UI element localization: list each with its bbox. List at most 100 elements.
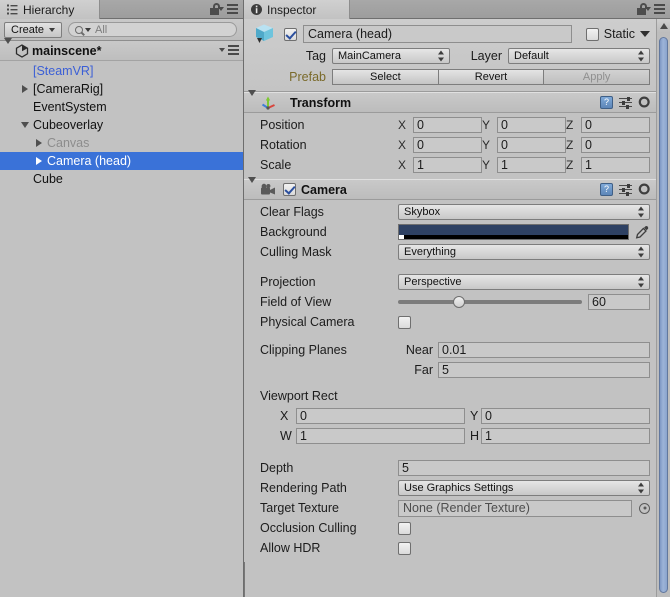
foldout-toggle[interactable]	[32, 139, 45, 147]
slider-track[interactable]	[398, 296, 582, 308]
gameobject-enabled-checkbox[interactable]	[284, 27, 297, 41]
scene-name-label: mainscene*	[32, 43, 102, 58]
transform-position-z-input[interactable]: 0	[581, 117, 650, 133]
scroll-up-arrow-icon[interactable]	[657, 19, 670, 33]
create-button[interactable]: Create	[4, 21, 63, 38]
hierarchy-item-eventsystem[interactable]: EventSystem	[0, 98, 243, 116]
near-label: Near	[405, 343, 433, 357]
transform-scale-z-input[interactable]: 1	[581, 157, 650, 173]
projection-value: Perspective	[404, 276, 462, 288]
viewport-x-value: 0	[300, 409, 307, 423]
transform-scale-y-input[interactable]: 1	[497, 157, 566, 173]
static-checkbox[interactable]	[585, 27, 599, 41]
occlusion-culling-checkbox[interactable]	[398, 521, 411, 535]
target-texture-field[interactable]: None (Render Texture)	[398, 499, 632, 517]
hierarchy-item-camerarig[interactable]: [CameraRig]	[0, 80, 243, 98]
viewport-h-input[interactable]: 1	[481, 428, 650, 444]
foldout-toggle[interactable]	[32, 157, 45, 165]
tag-dropdown[interactable]: MainCamera	[332, 48, 450, 64]
eyedropper-icon[interactable]	[634, 224, 650, 240]
projection-dropdown[interactable]: Perspective	[398, 274, 650, 290]
target-texture-row: Target Texture None (Render Texture)	[250, 498, 650, 518]
chevron-right-icon	[35, 157, 42, 165]
panel-menu-icon[interactable]	[645, 3, 665, 15]
allow-hdr-label: Allow HDR	[260, 541, 321, 555]
preset-icon[interactable]	[619, 183, 632, 196]
value: 0	[501, 118, 508, 132]
culling-mask-dropdown[interactable]: Everything	[398, 244, 650, 260]
prefab-cube-icon[interactable]	[252, 23, 278, 45]
hierarchy-item-cube[interactable]: Cube	[0, 170, 243, 188]
depth-input[interactable]: 5	[398, 460, 650, 476]
transform-rotation-z-input[interactable]: 0	[581, 137, 650, 153]
transform-foldout[interactable]	[248, 89, 256, 110]
near-input[interactable]: 0.01	[438, 342, 650, 358]
tab-inspector[interactable]: Inspector	[244, 0, 350, 19]
hierarchy-item-canvas[interactable]: Canvas	[0, 134, 243, 152]
inspector-scrollbar[interactable]	[656, 19, 670, 597]
viewport-x-input[interactable]: 0	[296, 408, 465, 424]
far-input[interactable]: 5	[438, 362, 650, 378]
hierarchy-item-steamvr[interactable]: [SteamVR]	[0, 62, 243, 80]
scrollbar-thumb[interactable]	[659, 37, 668, 593]
foldout-toggle[interactable]	[18, 122, 31, 128]
near-value: 0.01	[442, 343, 467, 357]
axis-y-label: Y	[482, 118, 491, 132]
gameobject-header: Camera (head) Static Tag MainCamera Laye…	[244, 19, 656, 92]
panel-menu-icon[interactable]	[218, 3, 238, 15]
field-of-view-input[interactable]: 60	[588, 294, 650, 310]
object-picker-icon[interactable]	[639, 502, 650, 514]
transform-position-label: Position	[260, 118, 305, 132]
help-icon[interactable]: ?	[600, 96, 613, 109]
transform-rotation-x-input[interactable]: 0	[413, 137, 482, 153]
physical-camera-checkbox[interactable]	[398, 315, 411, 329]
search-icon	[75, 25, 84, 34]
viewport-w-input[interactable]: 1	[296, 428, 465, 444]
occlusion-culling-label: Occlusion Culling	[260, 521, 357, 535]
transform-rotation-y-input[interactable]: 0	[497, 137, 566, 153]
transform-position-y-input[interactable]: 0	[497, 117, 566, 133]
physical-camera-row: Physical Camera	[250, 312, 650, 332]
hierarchy-item-cubeoverlay[interactable]: Cubeoverlay	[0, 116, 243, 134]
transform-scale-label: Scale	[260, 158, 292, 172]
viewport-xy-row: X 0 Y 0	[250, 406, 650, 426]
prefab-revert-button[interactable]: Revert	[438, 69, 545, 85]
prefab-apply-label: Apply	[582, 71, 611, 83]
transform-scale-x-input[interactable]: 1	[413, 157, 482, 173]
static-dropdown-chevron-icon[interactable]	[640, 31, 650, 37]
scene-menu-icon[interactable]	[219, 45, 239, 56]
viewport-y-label: Y	[470, 409, 479, 423]
gear-icon[interactable]	[638, 183, 651, 196]
component-header-camera[interactable]: Camera ?	[244, 176, 656, 200]
hierarchy-tabbar-controls	[209, 0, 243, 18]
gear-icon[interactable]	[638, 96, 651, 109]
tab-hierarchy[interactable]: Hierarchy	[0, 0, 100, 19]
prefab-select-button[interactable]: Select	[332, 69, 439, 85]
allow-hdr-checkbox[interactable]	[398, 541, 411, 555]
far-value: 5	[442, 363, 449, 377]
preset-icon[interactable]	[619, 96, 632, 109]
help-icon[interactable]: ?	[600, 183, 613, 196]
rendering-path-dropdown[interactable]: Use Graphics Settings	[398, 480, 650, 496]
foldout-toggle[interactable]	[18, 85, 31, 93]
layer-label: Layer	[470, 49, 502, 63]
axis-x-label: X	[398, 118, 407, 132]
hierarchy-item-camera-head[interactable]: Camera (head)	[0, 152, 243, 170]
value: 1	[585, 158, 592, 172]
camera-body: Clear Flags Skybox Background Culling Ma…	[244, 200, 656, 562]
transform-position-x-input[interactable]: 0	[413, 117, 482, 133]
viewport-y-input[interactable]: 0	[481, 408, 650, 424]
background-color-swatch[interactable]	[398, 224, 629, 240]
camera-foldout[interactable]	[248, 176, 256, 197]
viewport-h-label: H	[470, 429, 480, 443]
scene-foldout[interactable]	[4, 37, 12, 58]
slider-thumb[interactable]	[452, 296, 465, 308]
camera-enabled-checkbox[interactable]	[283, 183, 296, 196]
scene-root-row[interactable]: mainscene*	[0, 37, 243, 61]
clear-flags-dropdown[interactable]: Skybox	[398, 204, 650, 220]
gameobject-name-input[interactable]: Camera (head)	[303, 25, 572, 43]
search-input[interactable]: All	[68, 22, 237, 37]
layer-dropdown[interactable]: Default	[508, 48, 650, 64]
field-of-view-slider[interactable]	[398, 294, 588, 310]
component-header-transform[interactable]: Transform ?	[244, 89, 656, 113]
